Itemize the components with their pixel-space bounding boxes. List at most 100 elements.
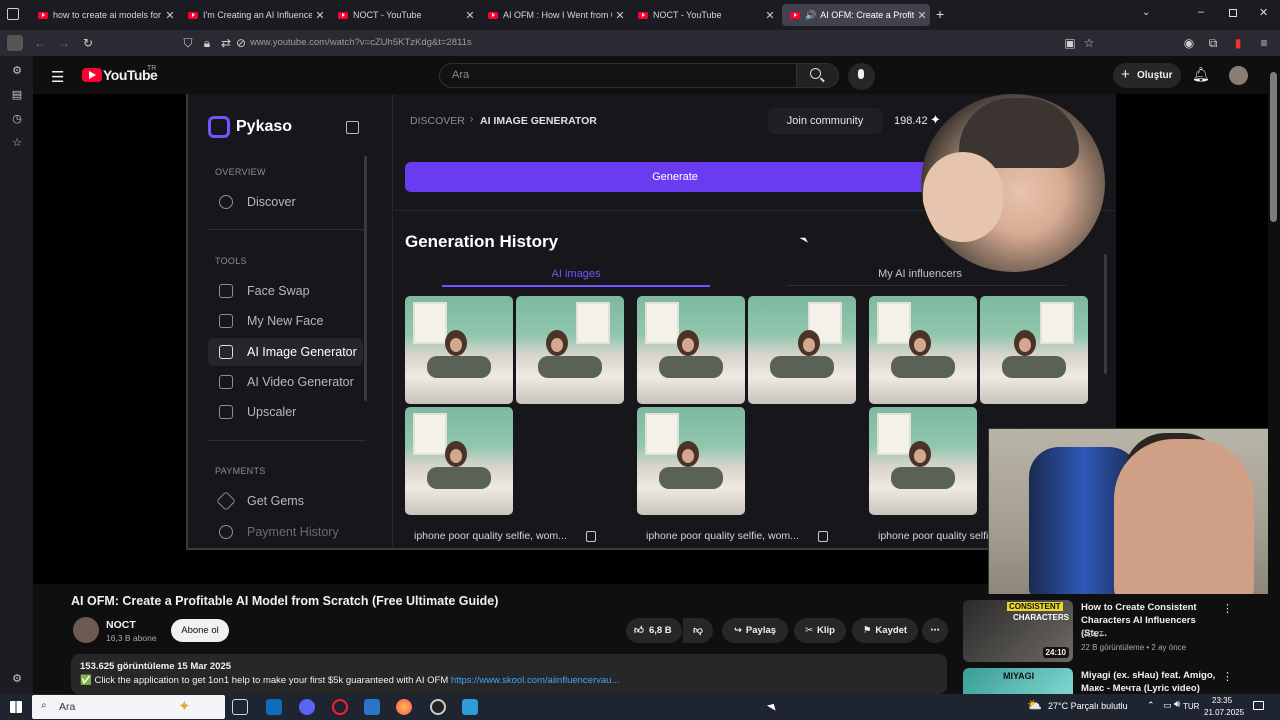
generated-image[interactable] (869, 407, 977, 515)
task-view-icon[interactable] (232, 699, 248, 715)
extension-icon[interactable]: ▮ (1230, 35, 1246, 51)
settings-gear-icon[interactable]: ⚙ (8, 62, 26, 80)
forward-icon[interactable]: → (56, 35, 72, 51)
weather-text[interactable]: 27°C Parçalı bulutlu (1048, 701, 1128, 711)
generate-button[interactable]: Generate (405, 162, 945, 192)
reading-list-icon[interactable]: ▤ (8, 86, 26, 104)
nav-upscaler[interactable]: Upscaler (208, 398, 363, 426)
collapse-sidebar-icon[interactable] (346, 121, 359, 134)
close-window-icon[interactable]: ✕ (1259, 6, 1268, 19)
generated-image[interactable] (405, 296, 513, 404)
list-all-tabs-icon[interactable]: ⌄ (1142, 7, 1150, 18)
description-link[interactable]: https://www.skool.com/aiinfluencervau... (451, 675, 619, 686)
audio-playing-icon[interactable]: 🔊 (805, 10, 816, 21)
reload-icon[interactable]: ↻ (80, 35, 96, 51)
tab-list-icon[interactable] (7, 8, 19, 20)
account-icon[interactable]: ◉ (1181, 35, 1197, 51)
search-highlight-icon[interactable]: ✦ (178, 697, 191, 715)
page-scrollbar[interactable] (1268, 56, 1280, 694)
nav-ai-image-generator[interactable]: AI Image Generator (208, 338, 363, 366)
history-icon[interactable]: ◷ (8, 110, 26, 128)
close-tab-icon[interactable]: ✕ (162, 9, 178, 22)
clip-button[interactable]: ✂ Klip (794, 618, 846, 643)
nav-face-swap[interactable]: Face Swap (208, 277, 363, 305)
nav-payment-history[interactable]: Payment History (208, 518, 363, 546)
copy-icon[interactable] (586, 531, 596, 542)
chevron-up-icon[interactable]: ⌃ (1147, 700, 1155, 711)
copy-icon[interactable] (818, 531, 828, 542)
new-tab-icon[interactable]: + (936, 6, 944, 22)
create-button[interactable]: + Oluştur (1113, 63, 1181, 88)
back-icon[interactable]: ← (32, 35, 48, 51)
app-icon[interactable] (364, 699, 380, 715)
opera-icon[interactable] (332, 699, 348, 715)
related-video-channel[interactable]: NOCT (1081, 630, 1104, 639)
bookmark-star-icon[interactable]: ☆ (1081, 35, 1097, 51)
menu-icon[interactable]: ≡ (1256, 35, 1272, 51)
like-button[interactable]: 👍︎ 6,8 B (626, 618, 682, 643)
related-video-thumbnail[interactable]: CONSISTENT CHARACTERS 24:10 (963, 600, 1073, 662)
url-bar[interactable]: www.youtube.com/watch?v=cZUh5KTzKdg&t=28… (174, 34, 1104, 52)
close-tab-icon[interactable]: ✕ (914, 9, 930, 22)
sidebar-scrollbar[interactable] (364, 156, 367, 401)
tab-ai-images[interactable]: AI images (442, 268, 710, 280)
gem-balance[interactable]: 198.42 (894, 115, 928, 127)
taskbar-search-input[interactable]: Ara (32, 695, 225, 719)
more-options-icon[interactable]: ⋮ (1222, 670, 1233, 683)
nav-discover[interactable]: Discover (208, 188, 363, 216)
network-icon[interactable]: ▭ (1163, 700, 1172, 711)
discord-icon[interactable] (299, 699, 315, 715)
close-tab-icon[interactable]: ✕ (612, 9, 628, 22)
picture-in-picture-icon[interactable]: ▣ (1062, 35, 1078, 51)
notification-icon[interactable] (1253, 701, 1264, 710)
minimize-window-icon[interactable]: – (1198, 6, 1204, 18)
browser-tab[interactable]: how to create ai models for onli✕ (30, 4, 178, 26)
subscribe-button[interactable]: Abone ol (171, 619, 229, 642)
nav-ai-video-generator[interactable]: AI Video Generator (208, 368, 363, 396)
generated-image[interactable] (405, 407, 513, 515)
close-tab-icon[interactable]: ✕ (762, 9, 778, 22)
browser-tab[interactable]: I'm Creating an AI Influencer Fr✕ (180, 4, 328, 26)
avatar[interactable] (1229, 66, 1248, 85)
sidebar-toggle-icon[interactable] (7, 35, 23, 51)
save-button[interactable]: ⚑ Kaydet (852, 618, 918, 643)
windows-start-icon[interactable] (10, 701, 22, 713)
generated-image[interactable] (748, 296, 856, 404)
more-options-icon[interactable]: ⋮ (1222, 602, 1233, 615)
nav-get-gems[interactable]: Get Gems (208, 487, 363, 515)
generated-image[interactable] (637, 296, 745, 404)
dislike-button[interactable]: 👎︎ (683, 618, 713, 643)
browser-tab[interactable]: NOCT - YouTube ✕ (330, 4, 478, 26)
restore-window-icon[interactable] (1229, 9, 1237, 17)
generated-image[interactable] (869, 296, 977, 404)
clock-time[interactable]: 23:35 (1212, 696, 1232, 705)
close-tab-icon[interactable]: ✕ (462, 9, 478, 22)
breadcrumb-parent[interactable]: DISCOVER (410, 115, 465, 127)
firefox-icon[interactable] (396, 699, 412, 715)
close-tab-icon[interactable]: ✕ (312, 9, 328, 22)
clock-date[interactable]: 21.07.2025 (1204, 708, 1244, 717)
volume-icon[interactable]: 🔊︎ (1174, 699, 1180, 710)
join-community-button[interactable]: Join community (768, 108, 882, 134)
bookmarks-star-icon[interactable]: ☆ (8, 134, 26, 152)
more-actions-button[interactable]: ⋯ (922, 618, 948, 643)
obs-icon[interactable] (430, 699, 446, 715)
generated-image[interactable] (980, 296, 1088, 404)
channel-avatar[interactable] (73, 617, 99, 643)
customize-sidebar-icon[interactable]: ⚙ (8, 670, 26, 688)
extensions-icon[interactable]: ⧉ (1205, 35, 1221, 51)
generated-image[interactable] (637, 407, 745, 515)
search-button[interactable] (797, 63, 839, 88)
browser-tab-active[interactable]: 🔊AI OFM: Create a Profitable✕ (782, 4, 930, 26)
browser-tab[interactable]: AI OFM : How I Went from 0$ t✕ (480, 4, 628, 26)
description-box[interactable] (71, 654, 947, 694)
channel-name[interactable]: NOCT (106, 619, 136, 631)
nav-my-new-face[interactable]: My New Face (208, 307, 363, 335)
related-video-thumbnail[interactable]: MIYAGI (963, 668, 1073, 694)
outlook-icon[interactable] (266, 699, 282, 715)
generated-image[interactable] (516, 296, 624, 404)
language-indicator[interactable]: TUR (1183, 702, 1199, 711)
notifications-bell-icon[interactable]: 🔔︎ (1192, 66, 1210, 83)
weather-icon[interactable]: ⛅ (1027, 698, 1042, 712)
hamburger-menu-icon[interactable]: ☰ (51, 68, 64, 86)
